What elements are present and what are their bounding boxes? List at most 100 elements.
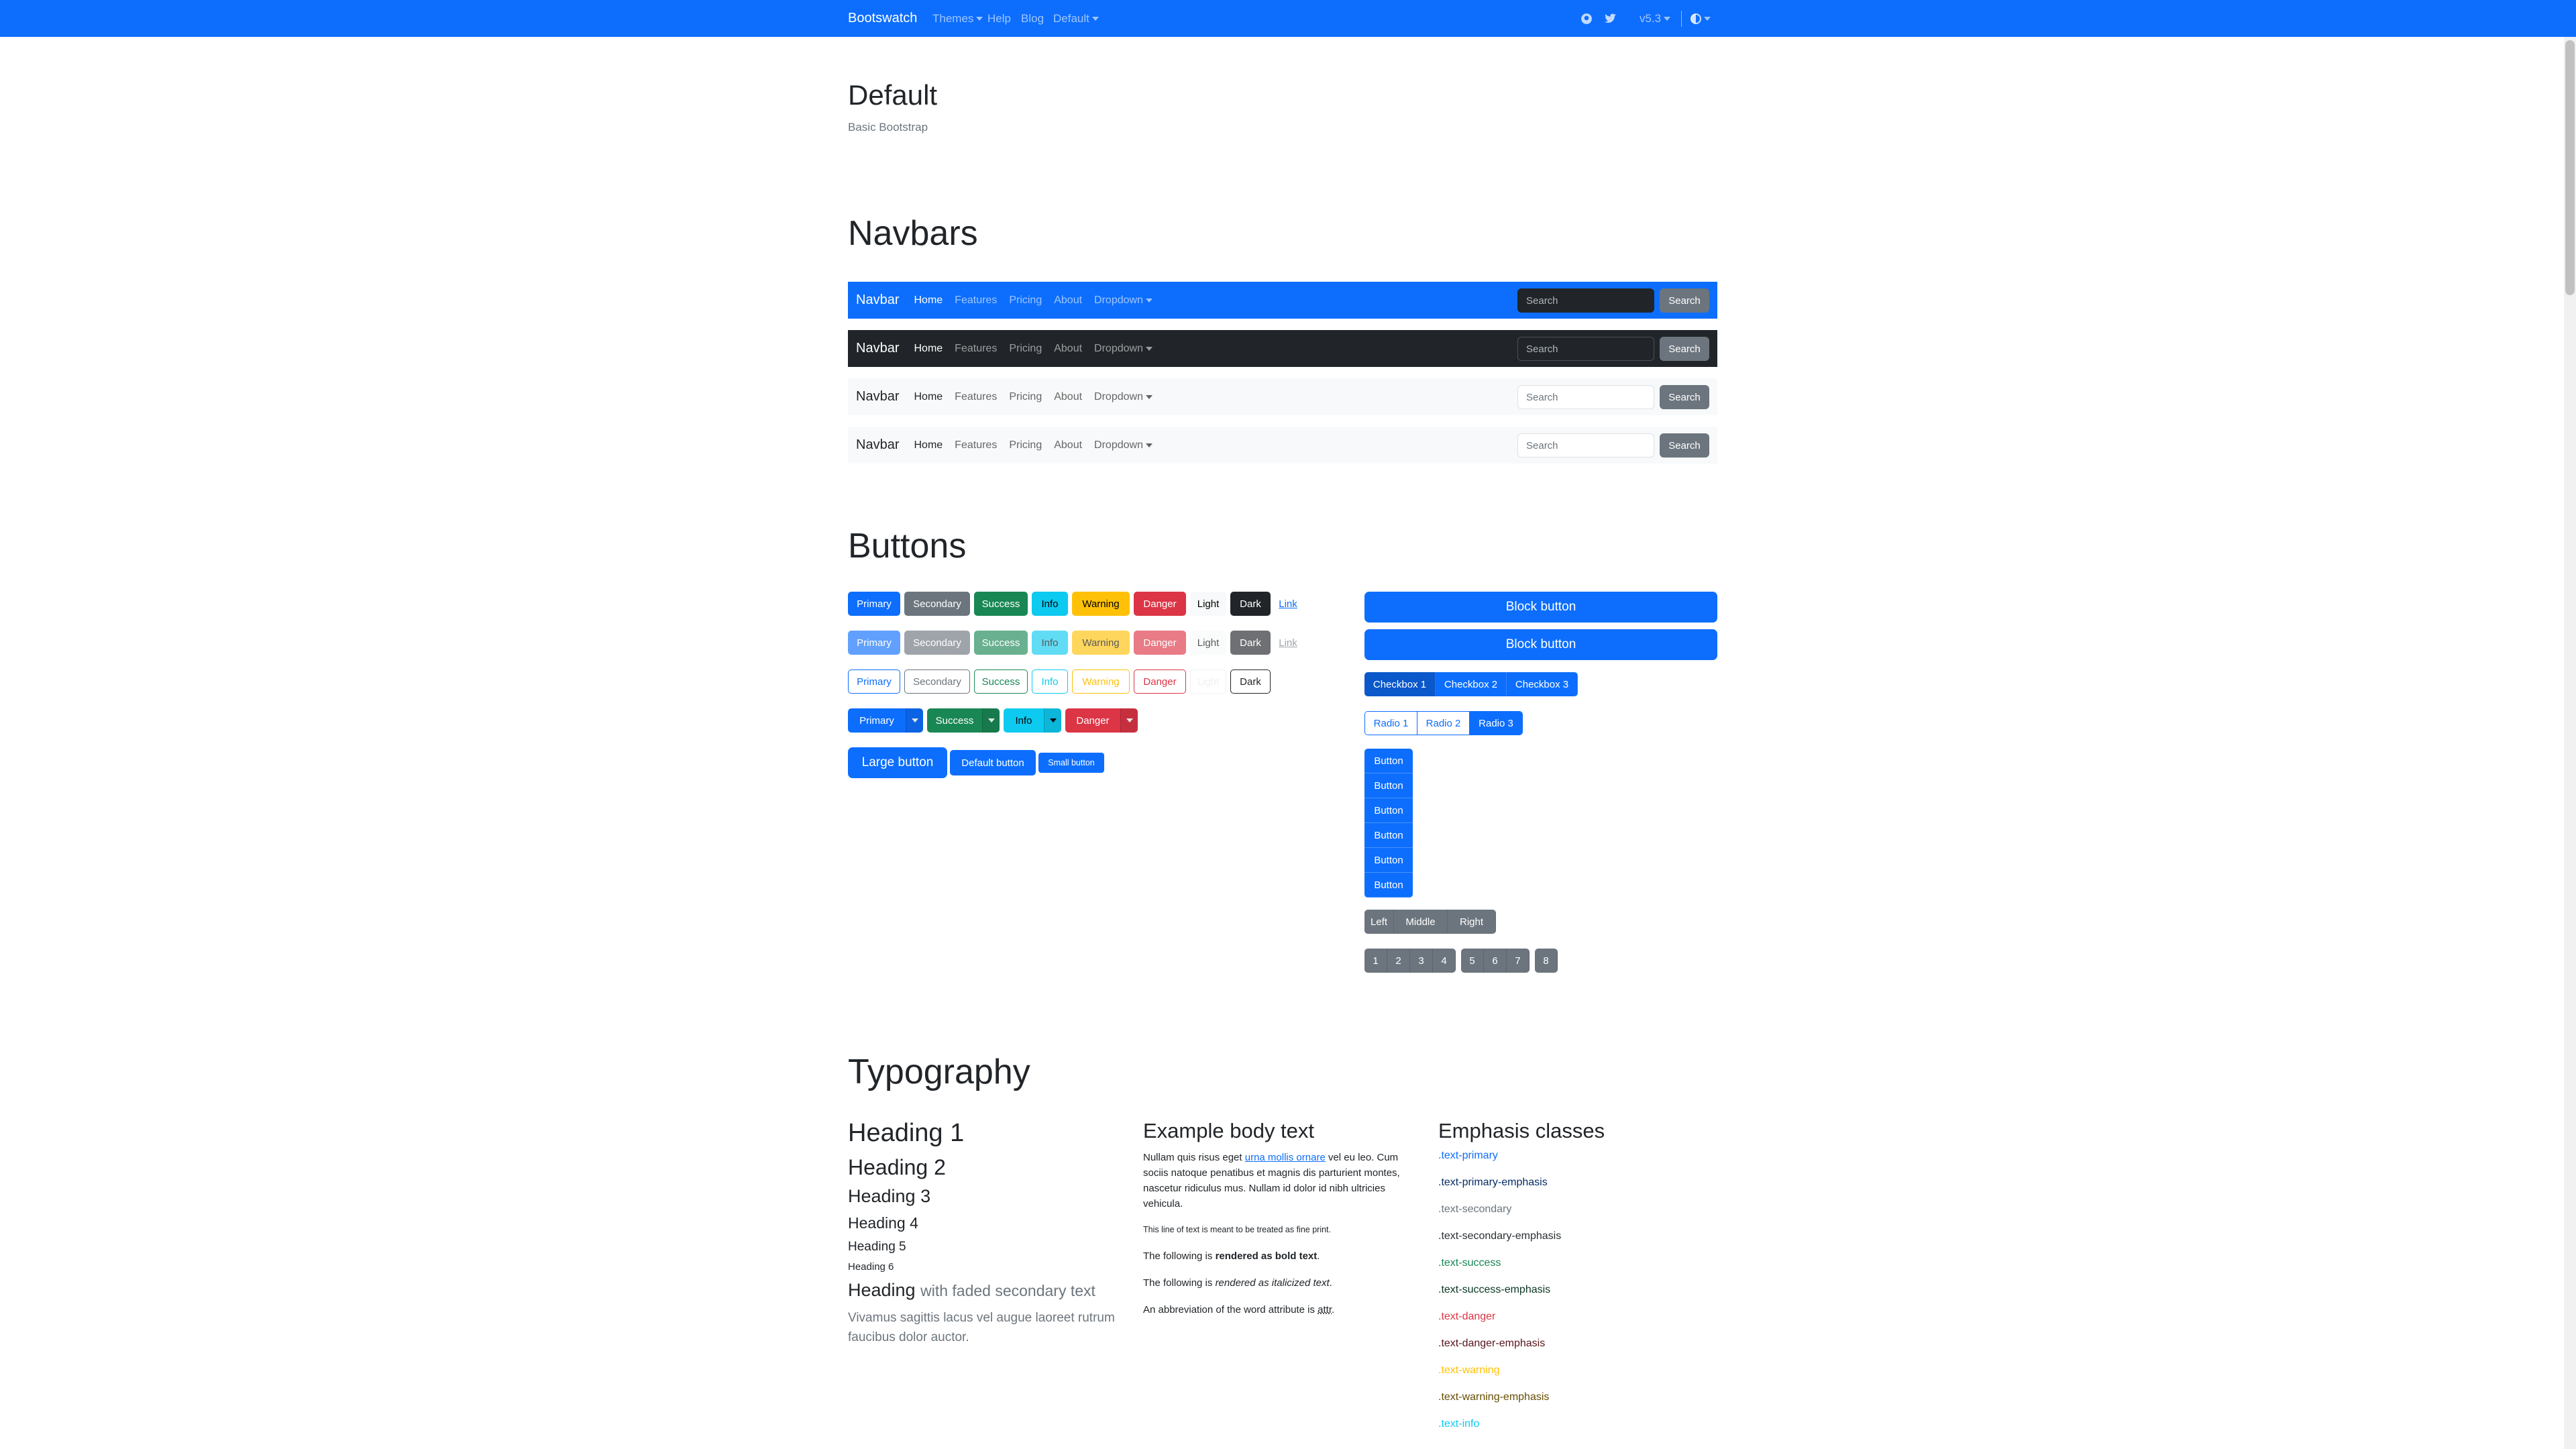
split-button-toggle[interactable] xyxy=(906,708,923,733)
button-outline-light[interactable]: Light xyxy=(1190,669,1226,694)
navbar-search-input[interactable]: Search xyxy=(1517,288,1654,313)
split-button-toggle[interactable] xyxy=(1120,708,1138,733)
default-dropdown[interactable]: Default xyxy=(1053,0,1099,37)
navbar-link-about[interactable]: About xyxy=(1054,343,1082,355)
block-button[interactable]: Block button xyxy=(1364,592,1717,623)
navbar-link-features[interactable]: Features xyxy=(955,391,997,403)
navbar-search-button[interactable]: Search xyxy=(1660,385,1709,409)
navbar-search-input[interactable]: Search xyxy=(1517,433,1654,458)
blog-link[interactable]: Blog xyxy=(1021,0,1044,37)
radio-button-2[interactable]: Radio 2 xyxy=(1417,712,1470,735)
theme-toggle-dropdown[interactable] xyxy=(1690,0,1711,37)
navbar-dropdown[interactable]: Dropdown xyxy=(1094,439,1152,451)
scrollbar-thumb[interactable] xyxy=(2565,40,2575,295)
button-secondary-disabled[interactable]: Secondary xyxy=(904,631,970,655)
navbar-search-button[interactable]: Search xyxy=(1660,288,1709,313)
block-button[interactable]: Block button xyxy=(1364,629,1717,660)
navbar-link-features[interactable]: Features xyxy=(955,343,997,355)
navbar-link-home[interactable]: Home xyxy=(914,391,943,403)
split-button-toggle[interactable] xyxy=(982,708,1000,733)
checkbox-button-1[interactable]: Checkbox 1 xyxy=(1364,672,1436,696)
button-link[interactable]: Link xyxy=(1275,592,1301,616)
button-outline-dark[interactable]: Dark xyxy=(1230,669,1271,694)
navbar-link-features[interactable]: Features xyxy=(955,439,997,451)
button-outline-warning[interactable]: Warning xyxy=(1072,669,1130,694)
split-button-toggle[interactable] xyxy=(1044,708,1061,733)
navbar-brand[interactable]: Navbar xyxy=(856,341,899,356)
button-outline-secondary[interactable]: Secondary xyxy=(904,669,970,694)
navbar-brand[interactable]: Navbar xyxy=(856,292,899,308)
button-info-disabled[interactable]: Info xyxy=(1032,631,1068,655)
navbar-link-home[interactable]: Home xyxy=(914,439,943,451)
button-left[interactable]: Left xyxy=(1364,910,1394,934)
github-icon[interactable] xyxy=(1580,0,1593,37)
button-info[interactable]: Info xyxy=(1032,592,1068,616)
button-right[interactable]: Right xyxy=(1448,910,1496,934)
navbar-brand[interactable]: Navbar xyxy=(856,389,899,405)
split-button-main[interactable]: Primary xyxy=(848,708,906,733)
navbar-dropdown[interactable]: Dropdown xyxy=(1094,294,1152,307)
navbar-link-pricing[interactable]: Pricing xyxy=(1009,343,1042,355)
button-small[interactable]: Small button xyxy=(1038,753,1104,773)
navbar-link-about[interactable]: About xyxy=(1054,294,1082,307)
vertical-button[interactable]: Button xyxy=(1364,823,1413,848)
button-secondary[interactable]: Secondary xyxy=(904,592,970,616)
navbar-brand[interactable]: Navbar xyxy=(856,437,899,453)
toolbar-button-8[interactable]: 8 xyxy=(1535,949,1558,973)
navbar-link-about[interactable]: About xyxy=(1054,439,1082,451)
button-light-disabled[interactable]: Light xyxy=(1190,631,1226,655)
checkbox-button-2[interactable]: Checkbox 2 xyxy=(1436,672,1507,696)
toolbar-button-1[interactable]: 1 xyxy=(1364,949,1387,973)
navbar-dropdown[interactable]: Dropdown xyxy=(1094,343,1152,355)
vertical-button[interactable]: Button xyxy=(1364,873,1413,898)
toolbar-button-4[interactable]: 4 xyxy=(1433,949,1456,973)
button-default[interactable]: Default button xyxy=(950,750,1036,775)
toolbar-button-2[interactable]: 2 xyxy=(1387,949,1410,973)
button-primary[interactable]: Primary xyxy=(848,592,900,616)
brand-link[interactable]: Bootswatch xyxy=(848,0,917,37)
navbar-link-about[interactable]: About xyxy=(1054,391,1082,403)
button-danger[interactable]: Danger xyxy=(1134,592,1186,616)
navbar-link-pricing[interactable]: Pricing xyxy=(1009,439,1042,451)
button-outline-primary[interactable]: Primary xyxy=(848,669,900,694)
navbar-dropdown[interactable]: Dropdown xyxy=(1094,391,1152,403)
navbar-search-input[interactable]: Search xyxy=(1517,385,1654,409)
toolbar-button-7[interactable]: 7 xyxy=(1507,949,1529,973)
button-dark-disabled[interactable]: Dark xyxy=(1230,631,1271,655)
navbar-link-pricing[interactable]: Pricing xyxy=(1009,391,1042,403)
navbar-link-features[interactable]: Features xyxy=(955,294,997,307)
toolbar-button-3[interactable]: 3 xyxy=(1410,949,1433,973)
button-link-disabled[interactable]: Link xyxy=(1275,631,1301,655)
checkbox-button-3[interactable]: Checkbox 3 xyxy=(1507,672,1578,696)
button-dark[interactable]: Dark xyxy=(1230,592,1271,616)
button-outline-success[interactable]: Success xyxy=(974,669,1028,694)
body-link[interactable]: urna mollis ornare xyxy=(1245,1152,1326,1163)
toolbar-button-6[interactable]: 6 xyxy=(1484,949,1507,973)
toolbar-button-5[interactable]: 5 xyxy=(1461,949,1484,973)
button-warning[interactable]: Warning xyxy=(1072,592,1130,616)
radio-button-1[interactable]: Radio 1 xyxy=(1365,712,1417,735)
vertical-button[interactable]: Button xyxy=(1364,773,1413,798)
vertical-button[interactable]: Button xyxy=(1364,798,1413,823)
themes-dropdown[interactable]: Themes xyxy=(932,0,983,37)
vertical-button[interactable]: Button xyxy=(1364,848,1413,873)
button-outline-danger[interactable]: Danger xyxy=(1134,669,1186,694)
button-outline-info[interactable]: Info xyxy=(1032,669,1068,694)
button-large[interactable]: Large button xyxy=(848,747,947,778)
button-light[interactable]: Light xyxy=(1190,592,1226,616)
button-primary-disabled[interactable]: Primary xyxy=(848,631,900,655)
abbr[interactable]: attr xyxy=(1318,1304,1332,1316)
navbar-link-pricing[interactable]: Pricing xyxy=(1009,294,1042,307)
help-link[interactable]: Help xyxy=(987,0,1011,37)
radio-button-3[interactable]: Radio 3 xyxy=(1470,712,1522,735)
navbar-link-home[interactable]: Home xyxy=(914,343,943,355)
button-success-disabled[interactable]: Success xyxy=(974,631,1028,655)
navbar-search-button[interactable]: Search xyxy=(1660,337,1709,361)
navbar-link-home[interactable]: Home xyxy=(914,294,943,307)
navbar-search-button[interactable]: Search xyxy=(1660,433,1709,458)
split-button-main[interactable]: Info xyxy=(1004,708,1044,733)
split-button-main[interactable]: Danger xyxy=(1065,708,1120,733)
button-danger-disabled[interactable]: Danger xyxy=(1134,631,1186,655)
twitter-icon[interactable] xyxy=(1605,0,1617,37)
version-dropdown[interactable]: v5.3 xyxy=(1640,0,1671,37)
